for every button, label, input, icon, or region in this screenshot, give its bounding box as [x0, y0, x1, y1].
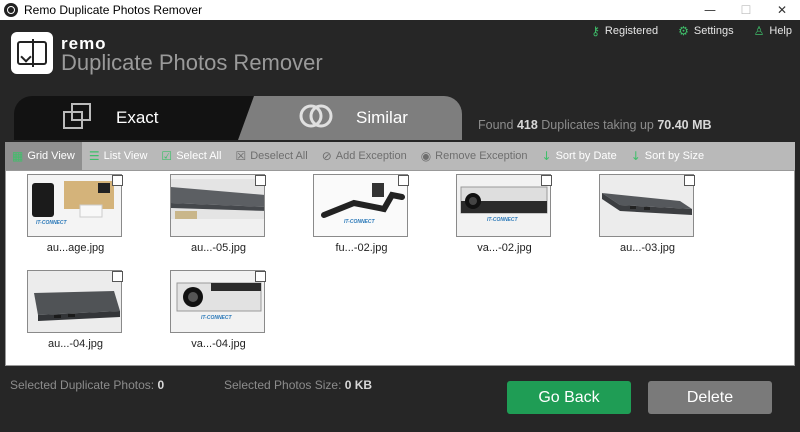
- duplicates-summary: Found 418 Duplicates taking up 70.40 MB: [478, 118, 712, 132]
- add-exception-button[interactable]: ⊘ Add Exception: [315, 142, 414, 170]
- app-header: remo Duplicate Photos Remover ⚷ Register…: [0, 20, 800, 96]
- selected-count-stat: Selected Duplicate Photos: 0: [10, 378, 165, 392]
- photo-card[interactable]: au...-04.jpg: [27, 270, 124, 356]
- photo-checkbox[interactable]: [684, 175, 695, 186]
- photo-filename: au...-03.jpg: [619, 242, 676, 254]
- duplicate-size: 70.40 MB: [657, 118, 712, 132]
- photo-thumbnail[interactable]: IT-CONNECT: [313, 174, 408, 237]
- selected-count-value: 0: [157, 378, 165, 392]
- footer-bar: Selected Duplicate Photos: 0 Selected Ph…: [0, 366, 800, 432]
- maximize-button[interactable]: ☐: [728, 0, 764, 20]
- photo-filename: va...-02.jpg: [477, 242, 532, 254]
- overlapping-squares-icon: [62, 102, 94, 135]
- photo-checkbox[interactable]: [541, 175, 552, 186]
- sort-by-date-button[interactable]: ↓ Sort by Date: [535, 142, 624, 170]
- tab-similar-label: Similar: [356, 108, 408, 127]
- action-toolbar: ▦ Grid View ☰ List View ☑ Select All ☒ D…: [5, 142, 795, 170]
- photo-thumbnail[interactable]: [170, 174, 265, 237]
- photo-thumbnail[interactable]: IT-CONNECT: [27, 174, 122, 237]
- list-icon: ☰: [88, 149, 100, 163]
- photo-thumbnail[interactable]: [27, 270, 122, 333]
- help-label: Help: [769, 25, 792, 37]
- photo-card[interactable]: IT-CONNECT fu...-02.jpg: [313, 174, 410, 260]
- photo-card[interactable]: IT-CONNECT va...-04.jpg: [170, 270, 267, 356]
- photo-checkbox[interactable]: [255, 271, 266, 282]
- thumbnail-watermark: IT-CONNECT: [201, 315, 232, 321]
- grid-icon: ▦: [12, 149, 24, 163]
- overlapping-circles-icon: [298, 103, 334, 134]
- tab-exact[interactable]: Exact: [14, 96, 254, 140]
- thumbnail-watermark: IT-CONNECT: [487, 217, 518, 223]
- duplicate-count: 418: [516, 118, 538, 132]
- deselect-all-button[interactable]: ☒ Deselect All: [228, 142, 314, 170]
- arrow-down-icon: ↓: [630, 149, 641, 163]
- key-icon: ⚷: [591, 24, 600, 38]
- photo-filename: va...-04.jpg: [191, 338, 246, 350]
- delete-button[interactable]: Delete: [648, 381, 772, 414]
- photo-checkbox[interactable]: [398, 175, 409, 186]
- photo-filename: au...-04.jpg: [47, 338, 104, 350]
- arrow-down-icon: ↓: [541, 149, 552, 163]
- minimize-button[interactable]: —: [692, 0, 728, 20]
- window-title: Remo Duplicate Photos Remover: [24, 3, 203, 17]
- registered-link[interactable]: ⚷ Registered: [591, 24, 658, 38]
- photo-grid: IT-CONNECT au...age.jpg au...-05.jpg IT-…: [5, 170, 795, 366]
- remove-exception-button[interactable]: ◉ Remove Exception: [414, 142, 535, 170]
- photo-checkbox[interactable]: [112, 271, 123, 282]
- eye-slash-icon: ⊘: [321, 149, 332, 163]
- settings-label: Settings: [693, 25, 734, 37]
- selected-size-value: 0 KB: [344, 378, 373, 392]
- mode-tabs: Similar Exact: [14, 96, 464, 140]
- photo-thumbnail[interactable]: [599, 174, 694, 237]
- photo-card[interactable]: IT-CONNECT au...age.jpg: [27, 174, 124, 260]
- photo-card[interactable]: IT-CONNECT va...-02.jpg: [456, 174, 553, 260]
- product-name: Duplicate Photos Remover: [61, 50, 323, 75]
- list-view-button[interactable]: ☰ List View: [82, 142, 155, 170]
- photo-card[interactable]: au...-03.jpg: [599, 174, 696, 260]
- settings-link[interactable]: ⚙ Settings: [678, 24, 734, 38]
- photo-thumbnail[interactable]: IT-CONNECT: [456, 174, 551, 237]
- photo-filename: au...-05.jpg: [190, 242, 247, 254]
- thumbnail-watermark: IT-CONNECT: [344, 219, 375, 225]
- photo-card[interactable]: au...-05.jpg: [170, 174, 267, 260]
- help-link[interactable]: ♙ Help: [754, 24, 792, 38]
- photo-checkbox[interactable]: [112, 175, 123, 186]
- photo-filename: fu...-02.jpg: [335, 242, 388, 254]
- photo-filename: au...age.jpg: [46, 242, 105, 254]
- select-all-button[interactable]: ☑ Select All: [154, 142, 228, 170]
- deselect-icon: ☒: [235, 149, 247, 163]
- sort-by-size-button[interactable]: ↓ Sort by Size: [624, 142, 711, 170]
- gear-icon: ⚙: [678, 24, 689, 38]
- tab-similar[interactable]: Similar: [234, 96, 462, 140]
- select-all-icon: ☑: [161, 149, 173, 163]
- selected-size-stat: Selected Photos Size: 0 KB: [224, 378, 373, 392]
- app-icon: [4, 3, 18, 17]
- photo-checkbox[interactable]: [255, 175, 266, 186]
- logo-icon: [11, 32, 53, 74]
- thumbnail-watermark: IT-CONNECT: [36, 220, 67, 226]
- person-icon: ♙: [753, 24, 765, 38]
- tab-exact-label: Exact: [116, 108, 159, 127]
- title-bar: Remo Duplicate Photos Remover — ☐ ✕: [0, 0, 800, 20]
- grid-view-button[interactable]: ▦ Grid View: [5, 142, 82, 170]
- registered-label: Registered: [604, 25, 659, 37]
- close-button[interactable]: ✕: [764, 0, 800, 20]
- top-links: ⚷ Registered ⚙ Settings ♙ Help: [591, 24, 792, 38]
- go-back-button[interactable]: Go Back: [507, 381, 631, 414]
- eye-icon: ◉: [420, 149, 432, 163]
- photo-thumbnail[interactable]: IT-CONNECT: [170, 270, 265, 333]
